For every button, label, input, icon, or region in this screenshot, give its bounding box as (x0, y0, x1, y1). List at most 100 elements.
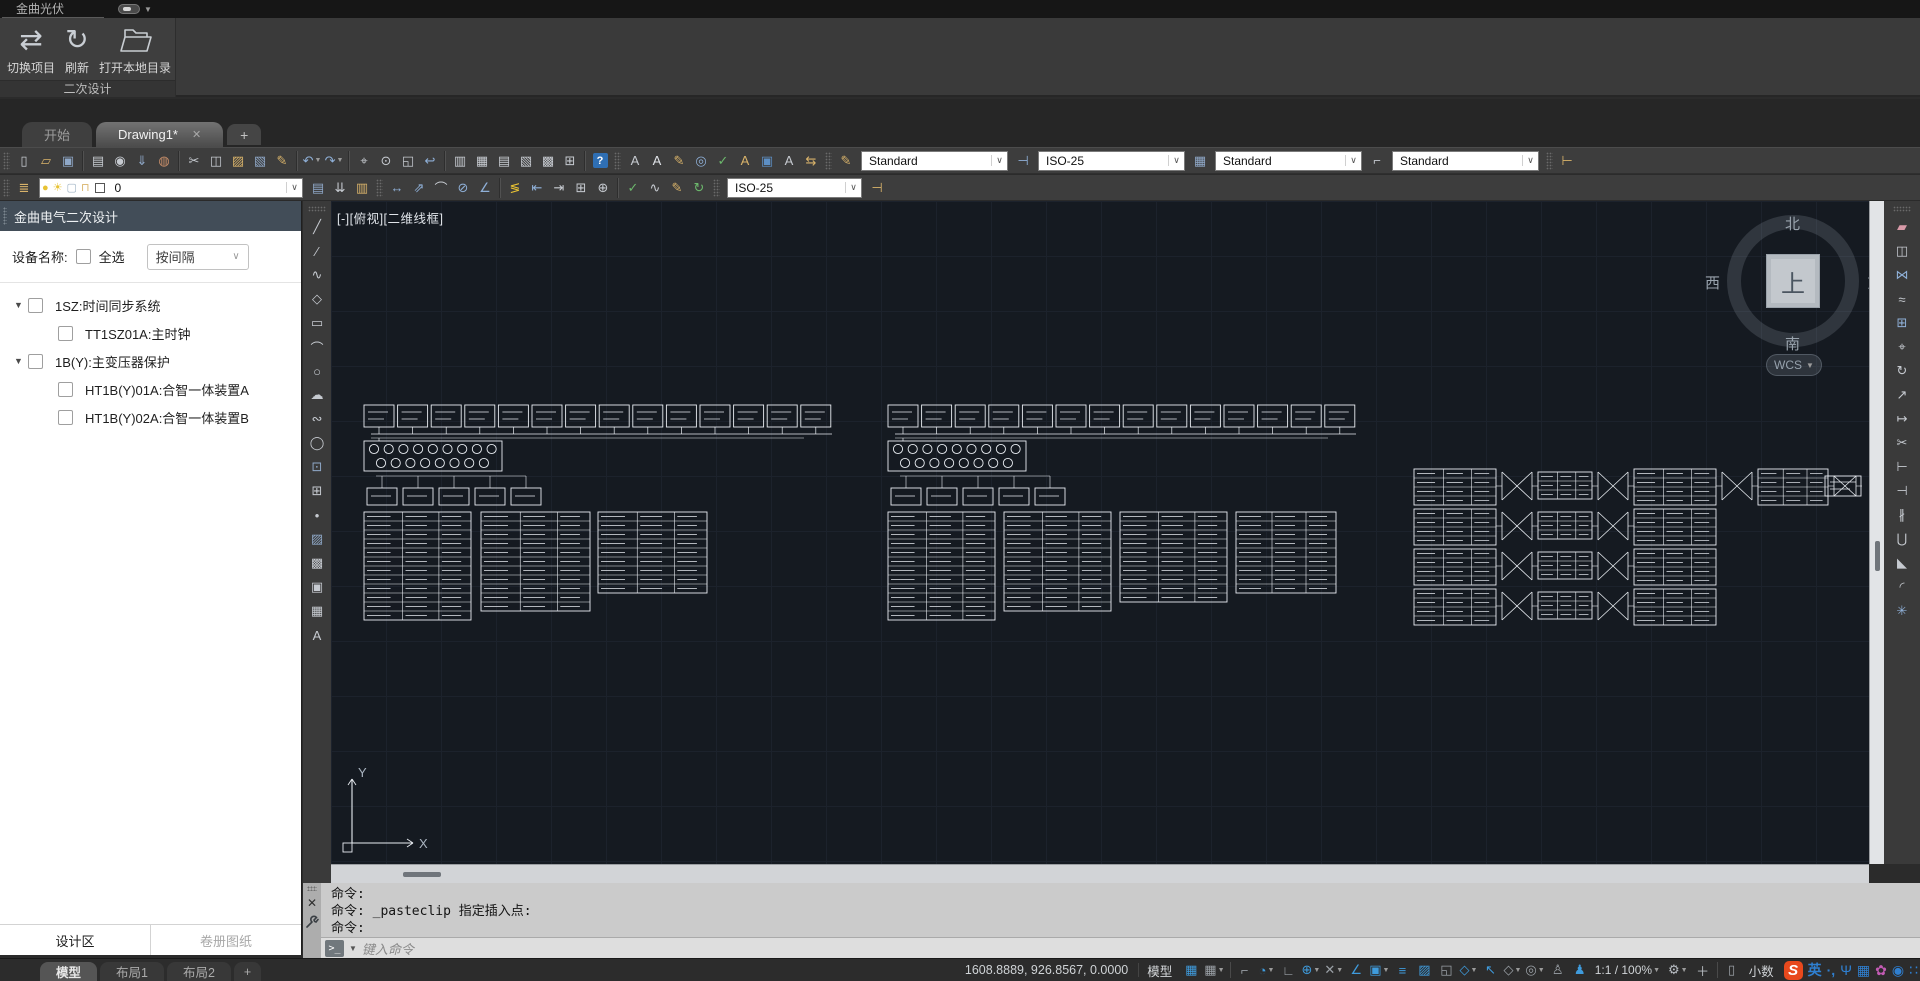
construction-line-icon[interactable]: ∕ (306, 240, 328, 262)
copy-icon[interactable]: ◫ (1891, 240, 1913, 262)
match-properties-icon[interactable]: ✎ (271, 150, 293, 172)
tree-item-1[interactable]: ▼1SZ:时间同步系统 (0, 291, 301, 319)
osnap-tracking-icon[interactable]: ⊕▼ (1300, 960, 1323, 981)
convert-text-icon[interactable]: ⇆ (800, 150, 822, 172)
command-input-row[interactable]: >_ ▼ 键入命令 (321, 937, 1920, 958)
mtext-draw-icon[interactable]: A (306, 624, 328, 646)
jogged-dimension-icon[interactable]: ∿ (644, 177, 666, 199)
3d-osnap-icon[interactable]: ◇▼ (1457, 960, 1479, 981)
tree-item-5[interactable]: HT1B(Y)02A:合智一体装置B (0, 403, 301, 431)
open-local-directory-button[interactable]: 打开本地目录 (94, 20, 176, 80)
ime-toolbox-icon[interactable]: ∷ (1909, 962, 1918, 979)
layer-combo[interactable]: ●☀▢⊓0∨ (39, 178, 303, 198)
tree-item-2[interactable]: TT1SZ01A:主时钟 (0, 319, 301, 347)
mirror-icon[interactable]: ⋈ (1891, 264, 1913, 286)
aligned-dimension-icon[interactable]: ⇗ (408, 177, 430, 199)
edit-text-icon[interactable]: ✎ (668, 150, 690, 172)
zoom-realtime-icon[interactable]: ⊙ (375, 150, 397, 172)
ime-mic-icon[interactable]: Ψ (1840, 962, 1852, 978)
toolbar-grip[interactable] (308, 206, 326, 212)
markup-icon[interactable]: ▩ (537, 150, 559, 172)
undo-icon[interactable]: ↶▼ (301, 150, 323, 172)
close-icon[interactable]: ✕ (192, 128, 201, 141)
chamfer-icon[interactable]: ◣ (1891, 552, 1913, 574)
toolbar-grip[interactable] (3, 152, 10, 170)
command-prompt-icon[interactable]: >_ (325, 940, 344, 957)
toolbar-grip[interactable] (614, 152, 621, 170)
wrench-icon[interactable] (305, 915, 319, 929)
rotate-icon[interactable]: ↻ (1891, 360, 1913, 382)
single-text-icon[interactable]: A (646, 150, 668, 172)
offset-icon[interactable]: ≈ (1891, 288, 1913, 310)
help-button[interactable]: ? (589, 150, 611, 172)
copy-clip-icon[interactable]: ◫ (205, 150, 227, 172)
point-icon[interactable]: • (306, 504, 328, 526)
plot-icon[interactable]: ⇓ (131, 150, 153, 172)
insert-block-icon[interactable]: ⊡ (306, 456, 328, 478)
ime-game-icon[interactable]: ◉ (1892, 962, 1904, 979)
lineweight-icon[interactable]: ≡ (1391, 960, 1413, 981)
toolbar-grip[interactable] (1893, 206, 1911, 212)
viewport-controls[interactable]: [-][俯视][二维线框] (337, 208, 444, 227)
print-icon[interactable]: ▤ (87, 150, 109, 172)
mleader-style-combo[interactable]: Standard∨ (1392, 151, 1539, 171)
make-block-icon[interactable]: ⊞ (306, 480, 328, 502)
spell-check-icon[interactable]: ✓ (712, 150, 734, 172)
array-icon[interactable]: ⊞ (1891, 312, 1913, 334)
layer-properties-icon[interactable]: ≣ (13, 177, 35, 199)
layer-isolate-icon[interactable]: ▥ (351, 177, 373, 199)
dim-style-brush-icon[interactable]: ⊣ (1012, 150, 1034, 172)
pan-icon[interactable]: ⌖ (353, 150, 375, 172)
new-file-icon[interactable]: ▯ (13, 150, 35, 172)
view-cube-south-label[interactable]: 南 (1785, 333, 1800, 354)
isolate-objects-icon[interactable]: ▯ (1721, 960, 1743, 981)
gizmo-icon[interactable]: ◎▼ (1523, 960, 1546, 981)
dim-style-apply-icon[interactable]: ⊣ (866, 177, 888, 199)
infer-constraints-icon[interactable]: ⌐ (1234, 960, 1256, 981)
quick-dimension-icon[interactable]: ≶ (504, 177, 526, 199)
print-preview-icon[interactable]: ◉ (109, 150, 131, 172)
tree-item-checkbox[interactable] (28, 354, 43, 369)
dim-style-combo[interactable]: ISO-25∨ (1038, 151, 1185, 171)
view-cube-west-label[interactable]: 西 (1705, 272, 1720, 293)
table-icon[interactable]: ▦ (306, 600, 328, 622)
tool-palettes-icon[interactable]: ▤ (493, 150, 515, 172)
revision-cloud-icon[interactable]: ☁ (306, 384, 328, 406)
toolbar-grip[interactable] (3, 179, 10, 197)
gear-icon[interactable]: ⚙▼ (1666, 960, 1690, 981)
horizontal-scrollbar-thumb[interactable] (403, 872, 441, 877)
vertical-scrollbar-thumb[interactable] (1875, 541, 1880, 571)
tree-item-checkbox[interactable] (58, 382, 73, 397)
zoom-window-icon[interactable]: ◱ (397, 150, 419, 172)
mtext-icon[interactable]: A (624, 150, 646, 172)
layer-previous-icon[interactable]: ⇊ (329, 177, 351, 199)
trim-icon[interactable]: ✂ (1891, 432, 1913, 454)
model-space-canvas[interactable]: YX [-][俯视][二维线框] 上 北 南 西 东 WCS ▼ (331, 201, 1869, 864)
sogou-logo-icon[interactable]: S (1784, 961, 1803, 980)
extend-icon[interactable]: ⊢ (1891, 456, 1913, 478)
tree-expand-caret-icon[interactable]: ▼ (14, 356, 28, 366)
line-icon[interactable]: ╱ (306, 216, 328, 238)
stretch-icon[interactable]: ↦ (1891, 408, 1913, 430)
vertical-scrollbar[interactable] (1869, 201, 1884, 864)
view-cube-top-face[interactable]: 上 (1766, 254, 1820, 308)
horizontal-scrollbar[interactable] (331, 864, 1869, 883)
dim-space-icon[interactable]: ⊢ (1556, 150, 1578, 172)
break-icon[interactable]: ∦ (1891, 504, 1913, 526)
command-history[interactable]: 命令:命令: _pasteclip 指定插入点:命令: (321, 883, 1920, 937)
table-style-combo[interactable]: Standard∨ (1215, 151, 1362, 171)
table-style-icon[interactable]: ▦ (1189, 150, 1211, 172)
toolbar-grip[interactable] (1546, 152, 1553, 170)
explode-icon[interactable]: ✳ (1891, 600, 1913, 622)
transparency-icon[interactable]: ▨ (1413, 960, 1435, 981)
annotation-visibility-icon[interactable]: ♙ (1547, 960, 1569, 981)
ime-skin-icon[interactable]: ✿ (1875, 962, 1887, 979)
panel-tab-1[interactable]: 设计区 (0, 925, 150, 955)
spline-icon[interactable]: ∾ (306, 408, 328, 430)
quick-calc-icon[interactable]: ⊞ (559, 150, 581, 172)
ime-keyboard-icon[interactable]: ▦ (1857, 962, 1870, 979)
command-input[interactable]: 键入命令 (362, 939, 414, 958)
ellipse-icon[interactable]: ◯ (306, 432, 328, 454)
select-all-checkbox[interactable] (76, 249, 91, 264)
layout-tab-3[interactable]: 布局2 (167, 962, 231, 981)
